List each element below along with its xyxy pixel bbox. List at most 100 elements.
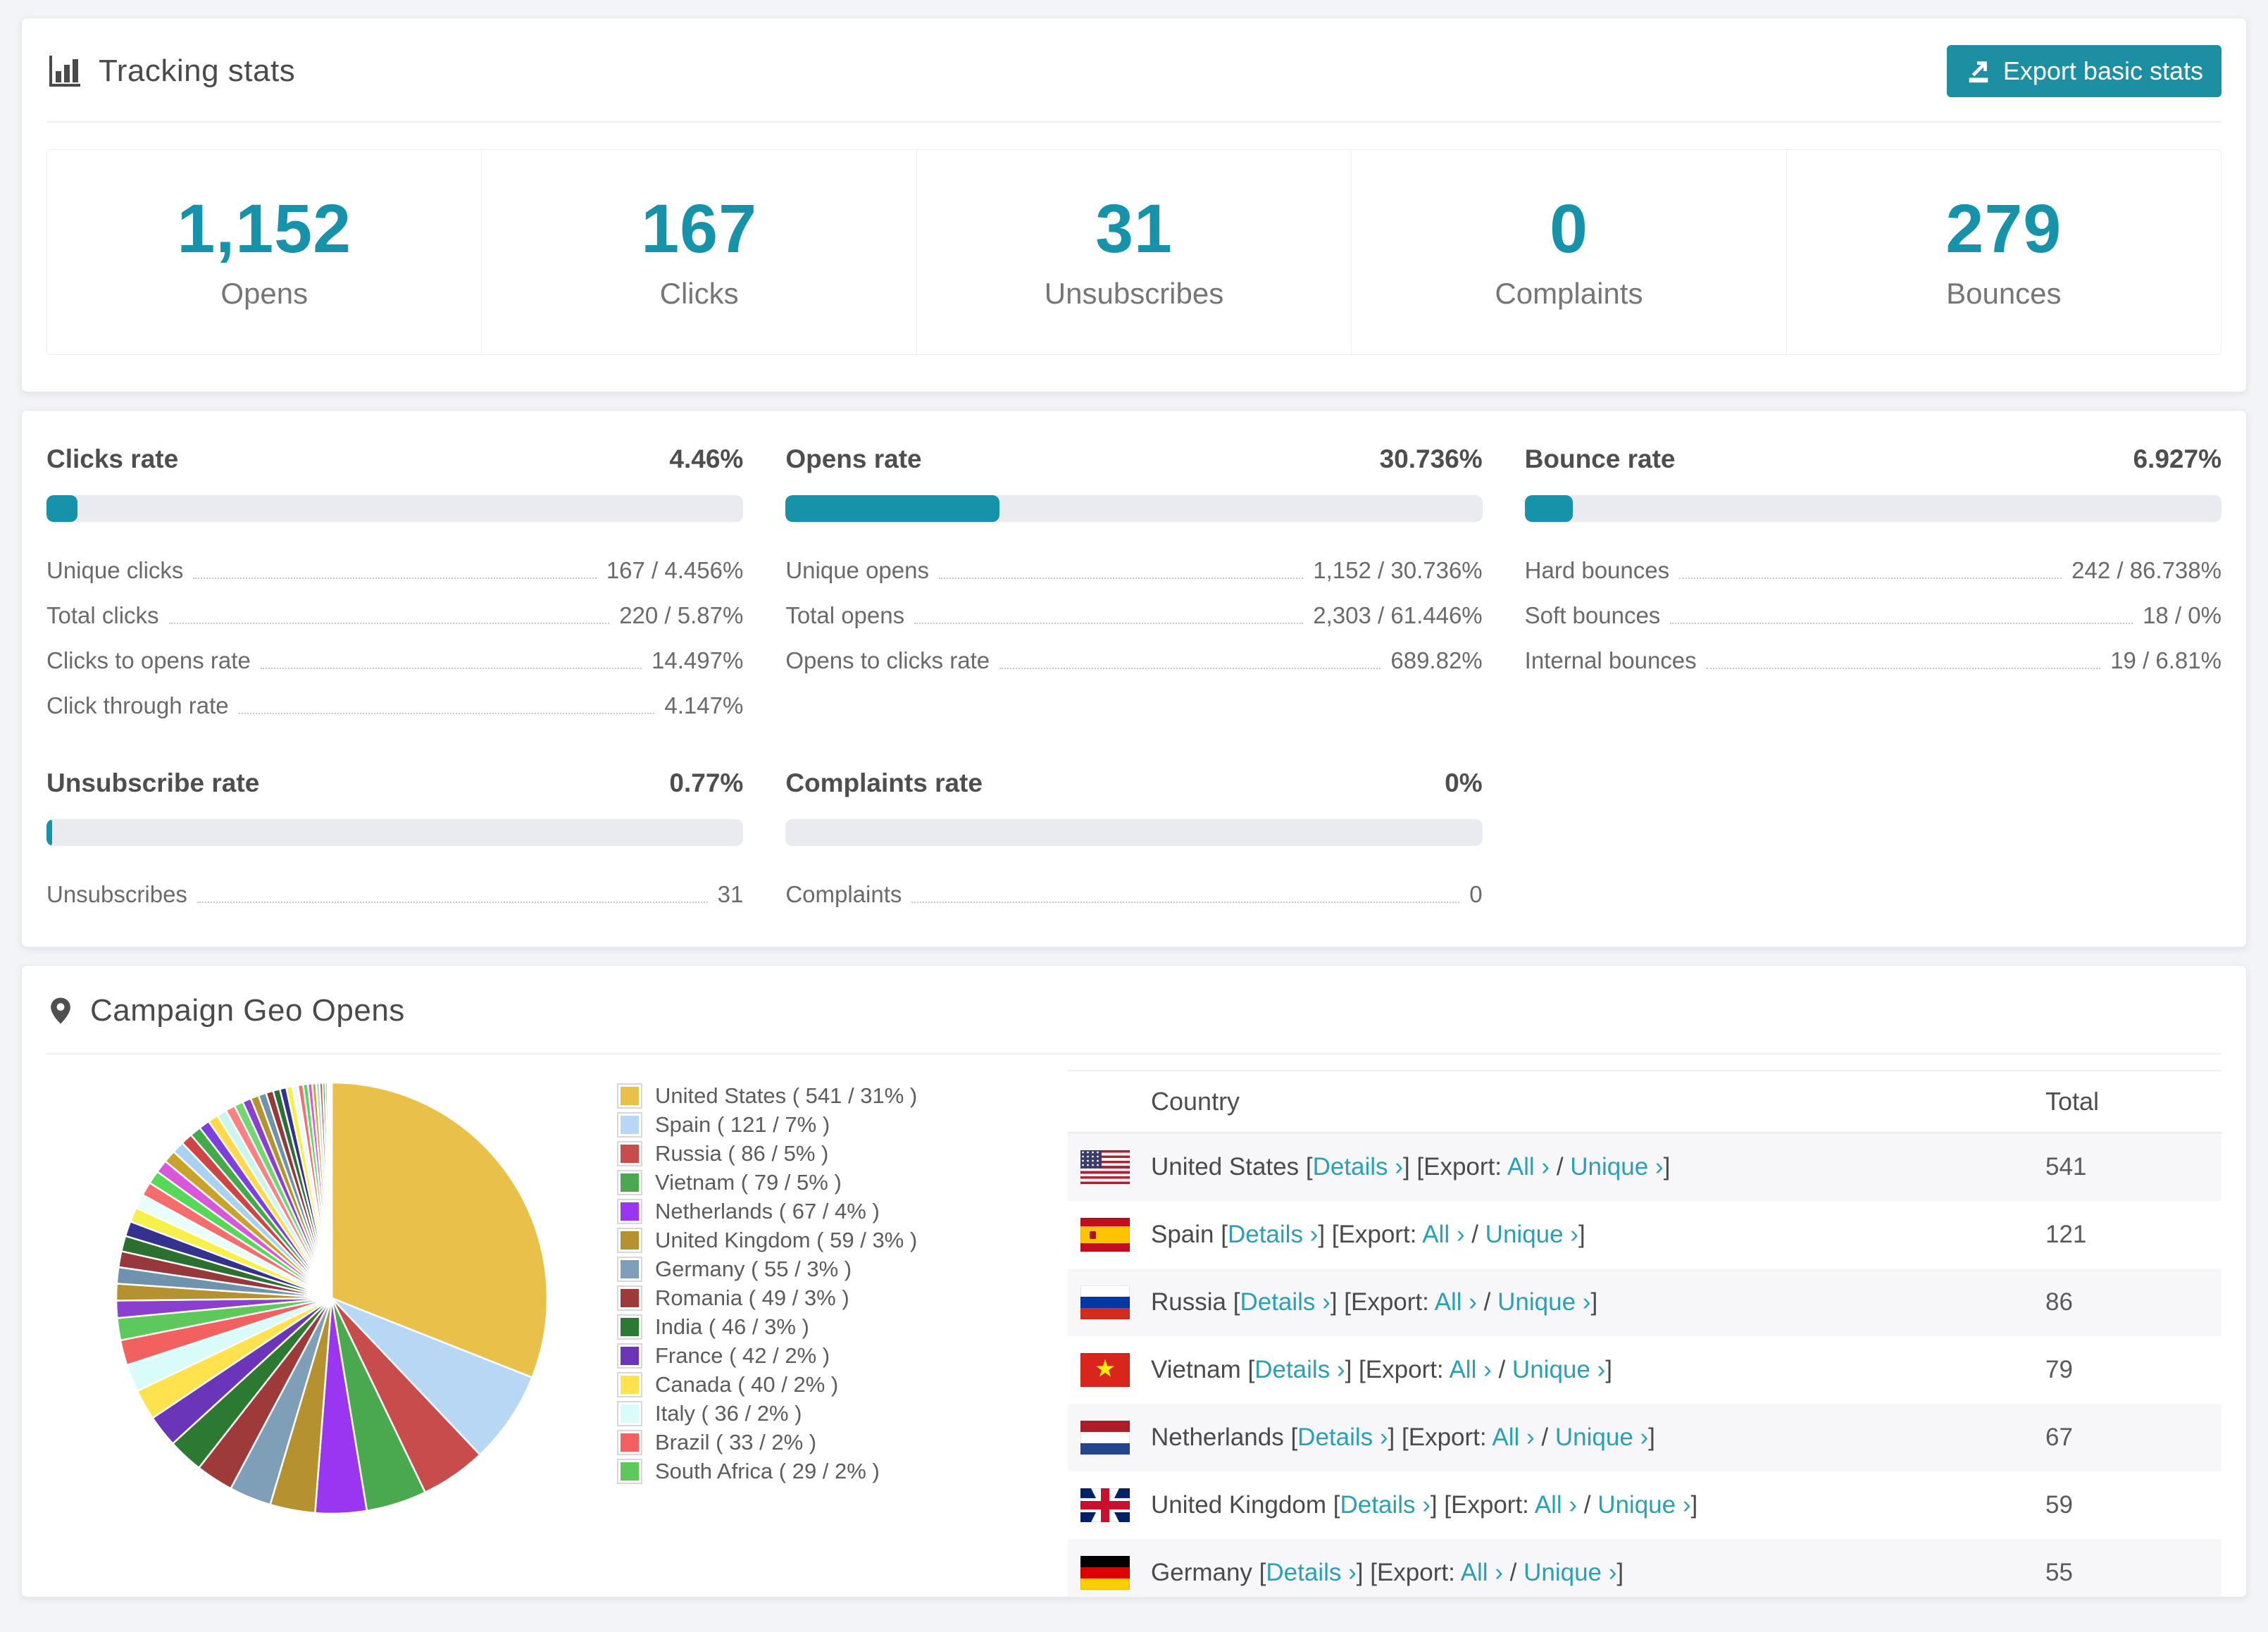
export-unique-link[interactable]: Unique › [1485, 1221, 1578, 1248]
legend-item[interactable]: Germany ( 55 / 3% ) [617, 1254, 1040, 1283]
bracket-text: ] [Export: [1345, 1356, 1450, 1383]
rate-detail-label: Total opens [785, 602, 905, 628]
pie-slice[interactable] [330, 1081, 333, 1299]
rate-detail-label: Unsubscribes [46, 881, 187, 907]
rate-progress-fill [785, 495, 1000, 522]
legend-swatch-color [621, 1086, 639, 1105]
rate-progress-fill [46, 495, 78, 522]
country-links: United States [Details ›] [Export: All ›… [1151, 1153, 1670, 1181]
legend-item[interactable]: India ( 46 / 3% ) [617, 1312, 1040, 1341]
campaign-geo-opens-card: Campaign Geo Opens United States ( 541 /… [21, 965, 2247, 1597]
total-cell: 86 [2045, 1288, 2073, 1316]
rate-detail-row: Unique opens 1,152 / 30.736% [785, 557, 1482, 584]
rate-detail-row: Unique clicks 167 / 4.456% [46, 557, 743, 584]
legend-swatch-color [621, 1231, 639, 1250]
legend-item[interactable]: South Africa ( 29 / 2% ) [617, 1457, 1040, 1485]
rate-title: Complaints rate [785, 768, 983, 797]
rate-detail-value: 18 / 0% [2143, 602, 2222, 628]
export-icon [1969, 61, 1988, 83]
details-link[interactable]: Details › [1254, 1356, 1345, 1383]
details-link[interactable]: Details › [1240, 1288, 1330, 1316]
export-all-link[interactable]: All › [1535, 1491, 1577, 1519]
export-unique-link[interactable]: Unique › [1524, 1559, 1616, 1586]
dotted-leader [938, 578, 1304, 579]
rates-card: Clicks rate 4.46% Unique clicks 167 / 4.456… [21, 410, 2247, 947]
rate-section: Bounce rate 6.927% Hard bounces 242 / 86.73… [1524, 444, 2222, 719]
rate-detail-row: Soft bounces 18 / 0% [1525, 602, 2222, 629]
legend-swatch [617, 1140, 642, 1166]
bracket-text: ] [Export: [1356, 1559, 1461, 1586]
bracket-text: ] [Export: [1430, 1491, 1535, 1519]
dotted-leader [1670, 623, 2133, 624]
separator-text: / [1502, 1559, 1524, 1586]
legend-item[interactable]: France ( 42 / 2% ) [617, 1341, 1040, 1370]
rate-header: Unsubscribe rate 0.77% [46, 768, 743, 798]
export-all-link[interactable]: All › [1461, 1559, 1503, 1586]
legend-item[interactable]: Romania ( 49 / 3% ) [617, 1283, 1040, 1312]
legend-label: Spain ( 121 / 7% ) [655, 1111, 830, 1137]
rate-detail-value: 19 / 6.81% [2110, 647, 2222, 673]
rate-detail-row: Click through rate 4.147% [46, 692, 743, 719]
details-link[interactable]: Details › [1313, 1153, 1403, 1181]
export-all-link[interactable]: All › [1422, 1221, 1464, 1248]
legend-item[interactable]: Italy ( 36 / 2% ) [617, 1399, 1040, 1428]
rate-value: 0% [1445, 768, 1483, 797]
rate-title: Clicks rate [46, 444, 179, 473]
export-unique-link[interactable]: Unique › [1512, 1356, 1605, 1383]
rate-detail-label: Opens to clicks rate [785, 647, 990, 673]
export-unique-link[interactable]: Unique › [1497, 1288, 1590, 1316]
export-all-link[interactable]: All › [1435, 1288, 1477, 1316]
legend-item[interactable]: United Kingdom ( 59 / 3% ) [617, 1226, 1040, 1254]
bracket-text: ] [1663, 1153, 1671, 1181]
rate-progress-track [46, 819, 744, 846]
legend-swatch [617, 1400, 642, 1426]
legend-item[interactable]: Canada ( 40 / 2% ) [617, 1370, 1040, 1399]
legend-item[interactable]: Vietnam ( 79 / 5% ) [617, 1168, 1040, 1197]
rate-progress-track [1524, 495, 2222, 522]
rate-detail-row: Complaints 0 [785, 881, 1482, 908]
country-links: Russia [Details ›] [Export: All › / Uniq… [1151, 1288, 1597, 1316]
table-row: United States [Details ›] [Export: All ›… [1068, 1133, 2222, 1201]
export-all-link[interactable]: All › [1507, 1153, 1550, 1181]
bar-chart-icon [49, 56, 80, 87]
export-unique-link[interactable]: Unique › [1597, 1491, 1690, 1519]
summary-stat-value: 279 [1945, 189, 2062, 267]
geo-table: Country Total United States [Details ›] … [1068, 1070, 2222, 1597]
country-name: Spain [ [1151, 1221, 1228, 1248]
details-link[interactable]: Details › [1266, 1559, 1356, 1586]
legend-item[interactable]: Spain ( 121 / 7% ) [617, 1110, 1040, 1139]
legend-swatch-color [621, 1288, 639, 1307]
export-all-link[interactable]: All › [1492, 1424, 1534, 1451]
summary-stat-box: 31 Unsubscribes [916, 149, 1352, 355]
legend-swatch-color [621, 1346, 639, 1365]
rate-detail-label: Unique opens [785, 557, 929, 583]
rate-value: 6.927% [2133, 444, 2222, 473]
legend-label: Italy ( 36 / 2% ) [655, 1400, 802, 1426]
export-unique-link[interactable]: Unique › [1570, 1153, 1663, 1181]
export-basic-stats-button[interactable]: Export basic stats [1946, 45, 2222, 97]
legend-item[interactable]: Brazil ( 33 / 2% ) [617, 1428, 1040, 1457]
rate-detail-label: Total clicks [46, 602, 159, 628]
flag-gb-icon [1080, 1488, 1130, 1522]
export-unique-link[interactable]: Unique › [1555, 1424, 1648, 1451]
legend-item[interactable]: United States ( 541 / 31% ) [617, 1081, 1040, 1110]
rate-detail-row: Total opens 2,303 / 61.446% [785, 602, 1482, 629]
bracket-text: ] [Export: [1318, 1221, 1423, 1248]
legend-item[interactable]: Netherlands ( 67 / 4% ) [617, 1197, 1040, 1226]
dotted-leader [238, 713, 655, 714]
details-link[interactable]: Details › [1228, 1221, 1318, 1248]
details-link[interactable]: Details › [1340, 1491, 1430, 1519]
details-link[interactable]: Details › [1297, 1424, 1388, 1451]
rate-progress-track [46, 495, 744, 522]
country-cell: Germany [Details ›] [Export: All › / Uni… [1068, 1556, 2045, 1590]
summary-stat-box: 279 Bounces [1786, 149, 2222, 355]
legend-label: Canada ( 40 / 2% ) [655, 1371, 839, 1397]
bracket-text: ] [Export: [1330, 1288, 1435, 1316]
summary-stat-label: Clicks [659, 276, 739, 310]
country-name: Germany [ [1151, 1559, 1266, 1586]
legend-item[interactable]: Russia ( 86 / 5% ) [617, 1139, 1040, 1168]
export-all-link[interactable]: All › [1449, 1356, 1491, 1383]
country-links: Vietnam [Details ›] [Export: All › / Uni… [1151, 1356, 1612, 1384]
flag-de-icon [1080, 1556, 1130, 1590]
legend-label: Russia ( 86 / 5% ) [655, 1140, 829, 1166]
